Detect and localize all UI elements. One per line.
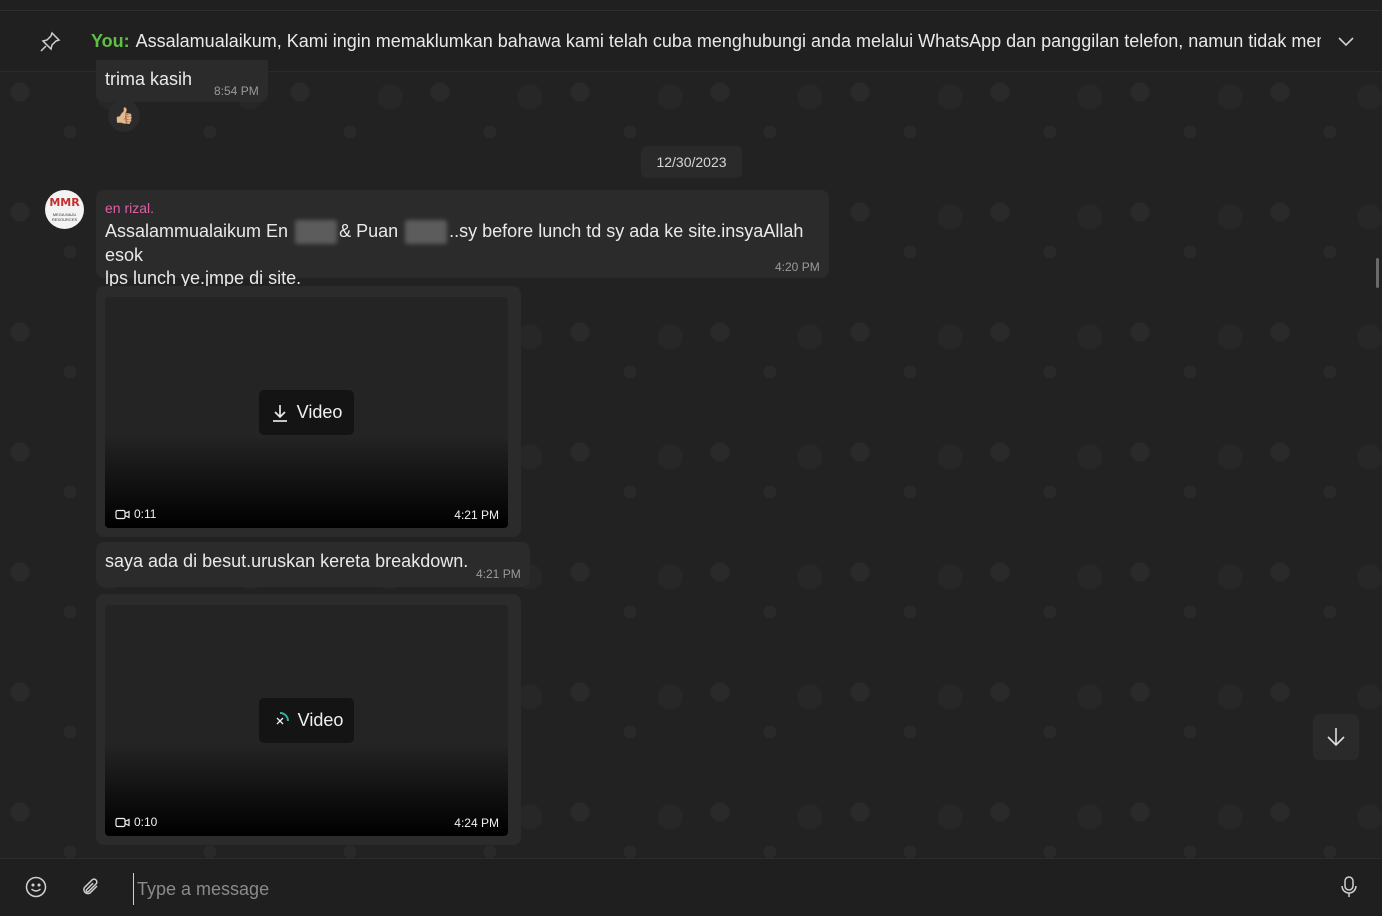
sender-name: en rizal.: [105, 200, 155, 216]
video-duration: 0:11: [115, 507, 156, 521]
pinned-message-text[interactable]: You: Assalamualaikum, Kami ingin memaklum…: [91, 31, 1321, 52]
download-video-button[interactable]: Video: [259, 390, 354, 435]
message-input[interactable]: [133, 873, 1319, 905]
pinned-sender: You:: [91, 31, 130, 51]
message-time: 8:54 PM: [214, 84, 259, 98]
scrollbar-thumb[interactable]: [1376, 258, 1379, 288]
pinned-content: Assalamualaikum, Kami ingin memaklumkan …: [135, 31, 1321, 51]
arrow-down-icon: [1327, 728, 1345, 747]
message-text-part: & Puan: [339, 221, 399, 241]
download-icon: [272, 404, 287, 422]
cancel-download-button[interactable]: Video: [259, 698, 354, 743]
message-time: 4:20 PM: [775, 260, 820, 274]
video-duration: 0:10: [115, 815, 157, 829]
microphone-icon[interactable]: [1338, 875, 1360, 899]
video-duration-text: 0:11: [134, 507, 157, 521]
message-time: 4:21 PM: [454, 508, 499, 522]
avatar-logo-subtext: MEGA MAJU RESOURCES: [51, 212, 78, 222]
message-text: saya ada di besut.uruskan kereta breakdo…: [105, 551, 469, 571]
paperclip-icon[interactable]: [80, 876, 102, 898]
message-composer: [0, 858, 1382, 916]
video-camera-icon: [115, 817, 130, 827]
video-message-bubble[interactable]: Video 0:10 4:24 PM: [96, 594, 521, 845]
video-duration-text: 0:10: [134, 815, 158, 829]
reaction-thumbs-up[interactable]: 👍🏼: [108, 100, 140, 132]
video-label: Video: [297, 710, 344, 730]
pin-icon: [40, 31, 61, 52]
loading-spinner-icon: [276, 711, 289, 724]
redacted-name: [295, 220, 338, 245]
message-time: 4:24 PM: [454, 816, 499, 830]
message-time: 4:21 PM: [476, 567, 521, 581]
avatar[interactable]: MMR MEGA MAJU RESOURCES: [45, 190, 84, 229]
message-bubble[interactable]: trima kasih 8:54 PM: [96, 60, 268, 102]
video-message-bubble[interactable]: Video 0:11 4:21 PM: [96, 286, 521, 537]
avatar-logo-text: MMR: [49, 196, 80, 209]
video-label: Video: [296, 402, 343, 422]
redacted-name: [405, 220, 448, 245]
message-text: Assalammualaikum En & Puan ..sy before l…: [105, 220, 825, 290]
emoji-icon[interactable]: [25, 876, 47, 898]
scroll-to-bottom-button[interactable]: [1313, 714, 1359, 760]
video-thumbnail[interactable]: Video 0:10 4:24 PM: [105, 605, 508, 836]
video-thumbnail[interactable]: Video 0:11 4:21 PM: [105, 297, 508, 528]
message-bubble[interactable]: saya ada di besut.uruskan kereta breakdo…: [96, 542, 530, 587]
message-text-part: Assalammualaikum En: [105, 221, 289, 241]
window-divider: [0, 10, 1382, 11]
message-bubble[interactable]: en rizal. Assalammualaikum En & Puan ..s…: [96, 190, 829, 288]
chevron-down-icon[interactable]: [1335, 30, 1357, 52]
date-divider: 12/30/2023: [641, 146, 742, 178]
message-text: trima kasih: [105, 69, 193, 89]
video-camera-icon: [115, 509, 130, 519]
